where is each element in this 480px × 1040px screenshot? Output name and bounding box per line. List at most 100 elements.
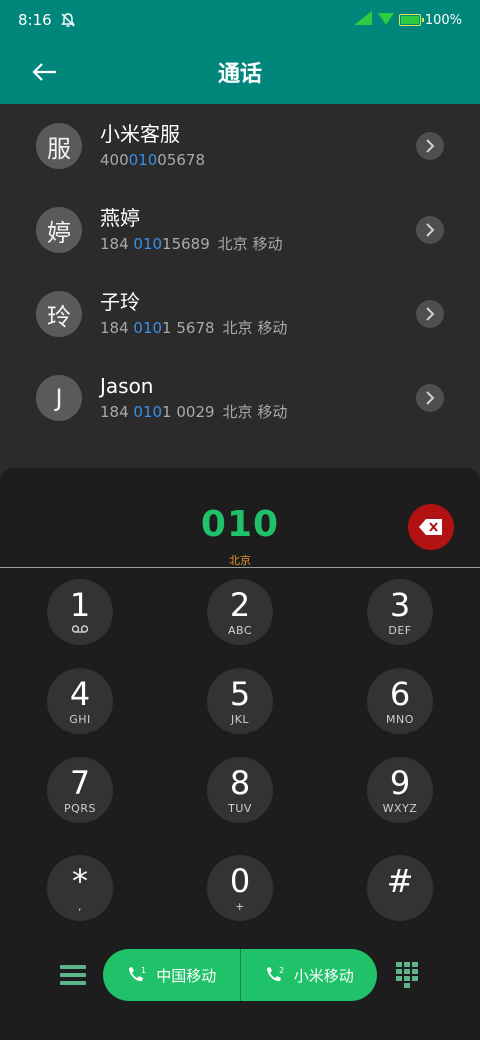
delete-button[interactable] bbox=[408, 504, 454, 550]
arrow-left-icon bbox=[32, 63, 56, 81]
avatar: 服 bbox=[36, 123, 82, 169]
page-title: 通话 bbox=[217, 62, 262, 87]
signal-icon bbox=[353, 10, 373, 30]
key-letters: PQRS bbox=[64, 801, 96, 815]
contact-number: 184 01015689 北京 移动 bbox=[100, 233, 283, 255]
dial-key[interactable]: 2 ABC bbox=[207, 579, 273, 645]
contact-number: 184 0101 0029 北京 移动 bbox=[100, 401, 287, 423]
dial-key[interactable]: 5 JKL bbox=[207, 668, 273, 734]
status-time: 8:16 bbox=[18, 11, 52, 29]
contact-name: 小米客服 bbox=[100, 122, 180, 146]
key-digit: 2 bbox=[229, 585, 251, 624]
key-letters: , bbox=[78, 899, 82, 913]
dial-panel: 010 北京 1 2 ABC 3 DEF 4 GHI 5 JKL 6 MNO 7 PQRS 8 TUV 9 WX… bbox=[0, 468, 480, 1040]
key-letters: ABC bbox=[227, 623, 253, 637]
key-digit: # bbox=[386, 861, 414, 900]
key-letters: WXYZ bbox=[382, 801, 418, 815]
key-digit: 0 bbox=[229, 861, 251, 900]
contact-row[interactable]: J Jason 184 0101 0029 北京 移动 bbox=[0, 356, 480, 440]
number-suffix: 15689 bbox=[162, 235, 210, 253]
dial-key[interactable]: 0 + bbox=[207, 855, 273, 921]
key-letters: + bbox=[235, 899, 245, 913]
contact-text: Jason 184 0101 0029 北京 移动 bbox=[100, 373, 287, 423]
sim1-label: 中国移动 bbox=[156, 966, 217, 985]
number-prefix: 184 bbox=[100, 403, 134, 421]
contact-row[interactable]: 玲子玲 184 0101 5678 北京 移动 bbox=[0, 272, 480, 356]
wifi-icon bbox=[377, 10, 395, 30]
battery-text: 100% bbox=[424, 12, 462, 28]
number-prefix: 184 bbox=[100, 319, 134, 337]
call-sim1-button[interactable]: 1 中国移动 bbox=[103, 949, 240, 1001]
number-location: 北京 移动 bbox=[222, 403, 288, 421]
dial-key[interactable]: *, bbox=[47, 855, 113, 921]
avatar: J bbox=[36, 375, 82, 421]
key-digit: 1 bbox=[69, 585, 91, 624]
dial-key[interactable]: 9 WXYZ bbox=[367, 757, 433, 823]
dial-key[interactable]: 4 GHI bbox=[47, 668, 113, 734]
key-letters: JKL bbox=[230, 712, 250, 726]
contact-name: 燕婷 bbox=[100, 206, 140, 230]
key-letters: GHI bbox=[69, 712, 91, 726]
number-prefix: 400 bbox=[100, 151, 129, 169]
contact-detail-button[interactable] bbox=[416, 216, 444, 244]
contact-detail-button[interactable] bbox=[416, 300, 444, 328]
divider bbox=[0, 567, 480, 568]
number-match: 010 bbox=[133, 235, 163, 253]
number-suffix: 1 5678 bbox=[162, 319, 215, 337]
sim2-label: 小米移动 bbox=[293, 966, 354, 985]
contact-text: 小米客服 40001005678 bbox=[100, 121, 205, 171]
contact-row[interactable]: 服小米客服 40001005678 bbox=[0, 104, 480, 188]
number-location: 北京 移动 bbox=[217, 235, 283, 253]
avatar: 婷 bbox=[36, 207, 82, 253]
contact-name: 子玲 bbox=[100, 290, 140, 314]
backspace-icon bbox=[419, 519, 442, 535]
chevron-right-icon bbox=[426, 223, 435, 237]
contact-list: 服小米客服 40001005678 婷燕婷 184 01015689 北京 移动玲子玲 1… bbox=[0, 104, 480, 468]
dial-key[interactable]: # bbox=[367, 855, 433, 921]
phone-sim2-icon: 2 bbox=[266, 966, 284, 982]
chevron-right-icon bbox=[426, 307, 435, 321]
number-prefix: 184 bbox=[100, 235, 134, 253]
contact-detail-button[interactable] bbox=[416, 132, 444, 160]
number-suffix: 05678 bbox=[157, 151, 205, 169]
call-buttons: 1 中国移动 2 小米移动 bbox=[103, 949, 377, 1001]
svg-text:1: 1 bbox=[141, 966, 146, 975]
contact-number: 184 0101 5678 北京 移动 bbox=[100, 317, 287, 339]
hide-keypad-button[interactable] bbox=[396, 962, 418, 988]
contact-number: 40001005678 bbox=[100, 149, 205, 171]
number-match: 010 bbox=[133, 319, 163, 337]
key-digit: 6 bbox=[389, 674, 411, 713]
dial-key[interactable]: 8 TUV bbox=[207, 757, 273, 823]
key-digit: 7 bbox=[69, 763, 91, 802]
chevron-right-icon bbox=[426, 391, 435, 405]
key-letters: MNO bbox=[386, 712, 414, 726]
number-match: 010 bbox=[128, 151, 158, 169]
dial-key[interactable]: 6 MNO bbox=[367, 668, 433, 734]
menu-button[interactable] bbox=[60, 962, 86, 988]
back-button[interactable] bbox=[28, 56, 62, 88]
dial-key[interactable]: 1 bbox=[47, 579, 113, 645]
contact-text: 子玲 184 0101 5678 北京 移动 bbox=[100, 289, 287, 339]
contact-detail-button[interactable] bbox=[416, 384, 444, 412]
chevron-right-icon bbox=[426, 139, 435, 153]
key-digit: 8 bbox=[229, 763, 251, 802]
dial-location: 北京 bbox=[229, 554, 251, 567]
title-bar: 通话 bbox=[0, 40, 480, 104]
bell-off-icon bbox=[60, 12, 76, 28]
contact-text: 燕婷 184 01015689 北京 移动 bbox=[100, 205, 283, 255]
number-location: 北京 移动 bbox=[222, 319, 288, 337]
voicemail-icon bbox=[71, 624, 89, 637]
dial-key[interactable]: 7 PQRS bbox=[47, 757, 113, 823]
key-letters: DEF bbox=[388, 623, 412, 637]
status-icons: 100% bbox=[353, 10, 462, 30]
key-digit: 3 bbox=[389, 585, 411, 624]
battery-fill bbox=[400, 16, 419, 24]
key-digit: 4 bbox=[69, 674, 91, 713]
call-sim2-button[interactable]: 2 小米移动 bbox=[241, 949, 378, 1001]
key-letters: TUV bbox=[228, 801, 252, 815]
key-digit: 9 bbox=[389, 763, 411, 802]
dial-key[interactable]: 3 DEF bbox=[367, 579, 433, 645]
avatar: 玲 bbox=[36, 291, 82, 337]
contact-row[interactable]: 婷燕婷 184 01015689 北京 移动 bbox=[0, 188, 480, 272]
key-digit: 5 bbox=[229, 674, 251, 713]
